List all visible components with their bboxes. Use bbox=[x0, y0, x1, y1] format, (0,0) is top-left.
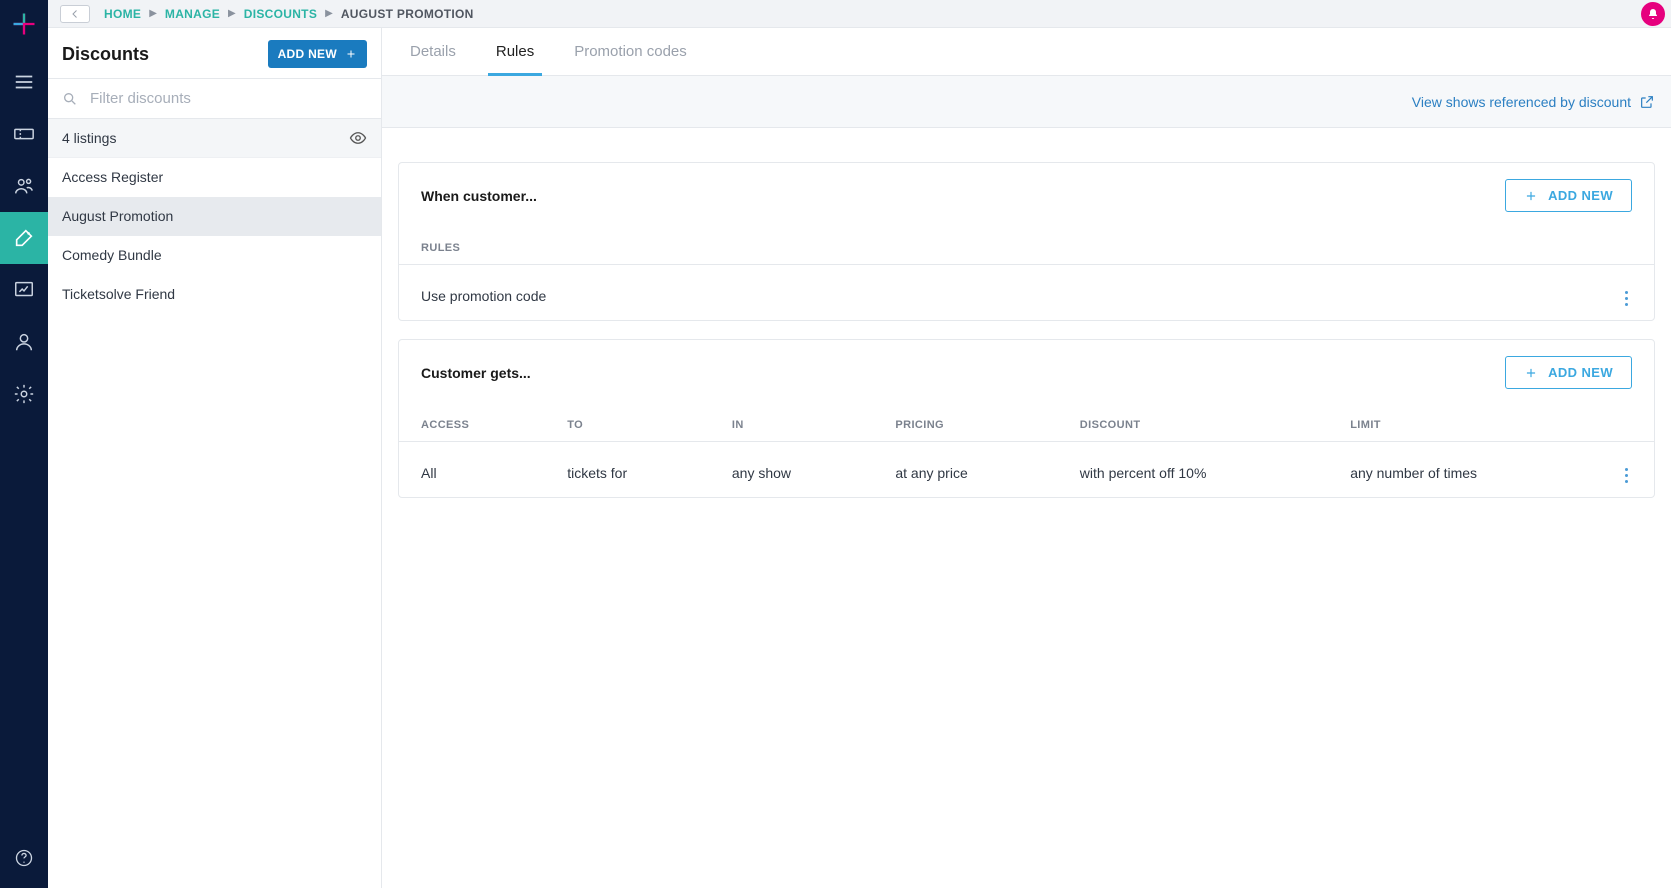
rules-table: RULES Use promotion code bbox=[399, 228, 1654, 320]
col-in: IN bbox=[710, 405, 873, 442]
filter-row bbox=[48, 78, 381, 119]
when-customer-header: When customer... ADD NEW bbox=[399, 163, 1654, 212]
plus-icon bbox=[345, 48, 357, 60]
plus-icon bbox=[1524, 189, 1538, 203]
add-benefit-button[interactable]: ADD NEW bbox=[1505, 356, 1632, 389]
discount-item[interactable]: Ticketsolve Friend bbox=[48, 275, 381, 314]
nav-manage-icon[interactable] bbox=[0, 212, 48, 264]
listing-count-row: 4 listings bbox=[48, 119, 381, 158]
tab-bar: Details Rules Promotion codes bbox=[382, 28, 1671, 76]
benefit-row: All tickets for any show at any price wi… bbox=[399, 442, 1654, 498]
cell-in: any show bbox=[710, 442, 873, 498]
add-rule-label: ADD NEW bbox=[1548, 188, 1613, 203]
listing-count-label: 4 listings bbox=[62, 130, 116, 146]
app-logo bbox=[10, 10, 38, 38]
when-customer-card: When customer... ADD NEW RULES bbox=[398, 162, 1655, 321]
benefits-table: ACCESS TO IN PRICING DISCOUNT LIMIT bbox=[399, 405, 1654, 497]
benefit-row-actions[interactable] bbox=[1621, 464, 1632, 487]
rule-row: Use promotion code bbox=[399, 265, 1654, 321]
external-link-icon bbox=[1639, 94, 1655, 110]
breadcrumb-manage[interactable]: MANAGE bbox=[165, 7, 220, 21]
content-area: Details Rules Promotion codes View shows… bbox=[382, 28, 1671, 888]
rule-cell: Use promotion code bbox=[399, 265, 1599, 321]
cell-access: All bbox=[399, 442, 545, 498]
col-pricing: PRICING bbox=[873, 405, 1057, 442]
col-to: TO bbox=[545, 405, 710, 442]
rules-scroll-area: When customer... ADD NEW RULES bbox=[382, 128, 1671, 888]
add-rule-button[interactable]: ADD NEW bbox=[1505, 179, 1632, 212]
add-discount-label: ADD NEW bbox=[278, 47, 337, 61]
breadcrumb-discounts[interactable]: DISCOUNTS bbox=[244, 7, 317, 21]
breadcrumb-back-button[interactable] bbox=[60, 5, 90, 23]
when-customer-title: When customer... bbox=[421, 188, 537, 204]
sub-action-bar: View shows referenced by discount bbox=[382, 76, 1671, 128]
rules-col-header: RULES bbox=[399, 228, 1599, 265]
nav-customers-icon[interactable] bbox=[0, 160, 48, 212]
cell-discount: with percent off 10% bbox=[1058, 442, 1328, 498]
breadcrumb-home[interactable]: HOME bbox=[104, 7, 141, 21]
chevron-right-icon: ▶ bbox=[325, 8, 333, 19]
discounts-panel-header: Discounts ADD NEW bbox=[48, 28, 381, 78]
main-area: HOME ▶ MANAGE ▶ DISCOUNTS ▶ AUGUST PROMO… bbox=[48, 0, 1671, 888]
eye-icon[interactable] bbox=[349, 129, 367, 147]
tab-promotion-codes[interactable]: Promotion codes bbox=[574, 28, 687, 75]
nav-menu-icon[interactable] bbox=[0, 56, 48, 108]
chevron-right-icon: ▶ bbox=[228, 8, 236, 19]
col-limit: LIMIT bbox=[1328, 405, 1599, 442]
nav-profile-icon[interactable] bbox=[0, 316, 48, 368]
cell-to: tickets for bbox=[545, 442, 710, 498]
app-icon-sidebar bbox=[0, 0, 48, 888]
discount-item[interactable]: Comedy Bundle bbox=[48, 236, 381, 275]
cell-pricing: at any price bbox=[873, 442, 1057, 498]
search-icon bbox=[62, 91, 78, 107]
chevron-right-icon: ▶ bbox=[149, 8, 157, 19]
col-discount: DISCOUNT bbox=[1058, 405, 1328, 442]
breadcrumb-current: AUGUST PROMOTION bbox=[341, 7, 474, 21]
nav-settings-icon[interactable] bbox=[0, 368, 48, 420]
view-referenced-shows-label: View shows referenced by discount bbox=[1412, 94, 1631, 110]
customer-gets-header: Customer gets... ADD NEW bbox=[399, 340, 1654, 389]
customer-gets-card: Customer gets... ADD NEW ACCESS TO IN bbox=[398, 339, 1655, 498]
add-discount-button[interactable]: ADD NEW bbox=[268, 40, 367, 68]
nav-help-icon[interactable] bbox=[0, 838, 48, 878]
cell-limit: any number of times bbox=[1328, 442, 1599, 498]
add-benefit-label: ADD NEW bbox=[1548, 365, 1613, 380]
plus-icon bbox=[1524, 366, 1538, 380]
body-split: Discounts ADD NEW 4 listings Access Regi… bbox=[48, 28, 1671, 888]
col-access: ACCESS bbox=[399, 405, 545, 442]
discounts-panel: Discounts ADD NEW 4 listings Access Regi… bbox=[48, 28, 382, 888]
nav-reports-icon[interactable] bbox=[0, 264, 48, 316]
customer-gets-title: Customer gets... bbox=[421, 365, 531, 381]
breadcrumb-bar: HOME ▶ MANAGE ▶ DISCOUNTS ▶ AUGUST PROMO… bbox=[48, 0, 1671, 28]
nav-tickets-icon[interactable] bbox=[0, 108, 48, 160]
view-referenced-shows-link[interactable]: View shows referenced by discount bbox=[1412, 94, 1655, 110]
filter-discounts-input[interactable] bbox=[88, 89, 367, 108]
tab-rules[interactable]: Rules bbox=[496, 28, 534, 75]
rule-row-actions[interactable] bbox=[1621, 287, 1632, 310]
tab-details[interactable]: Details bbox=[410, 28, 456, 75]
discounts-panel-title: Discounts bbox=[62, 44, 149, 65]
notifications-button[interactable] bbox=[1641, 2, 1665, 26]
discount-item[interactable]: Access Register bbox=[48, 158, 381, 197]
discount-item[interactable]: August Promotion bbox=[48, 197, 381, 236]
